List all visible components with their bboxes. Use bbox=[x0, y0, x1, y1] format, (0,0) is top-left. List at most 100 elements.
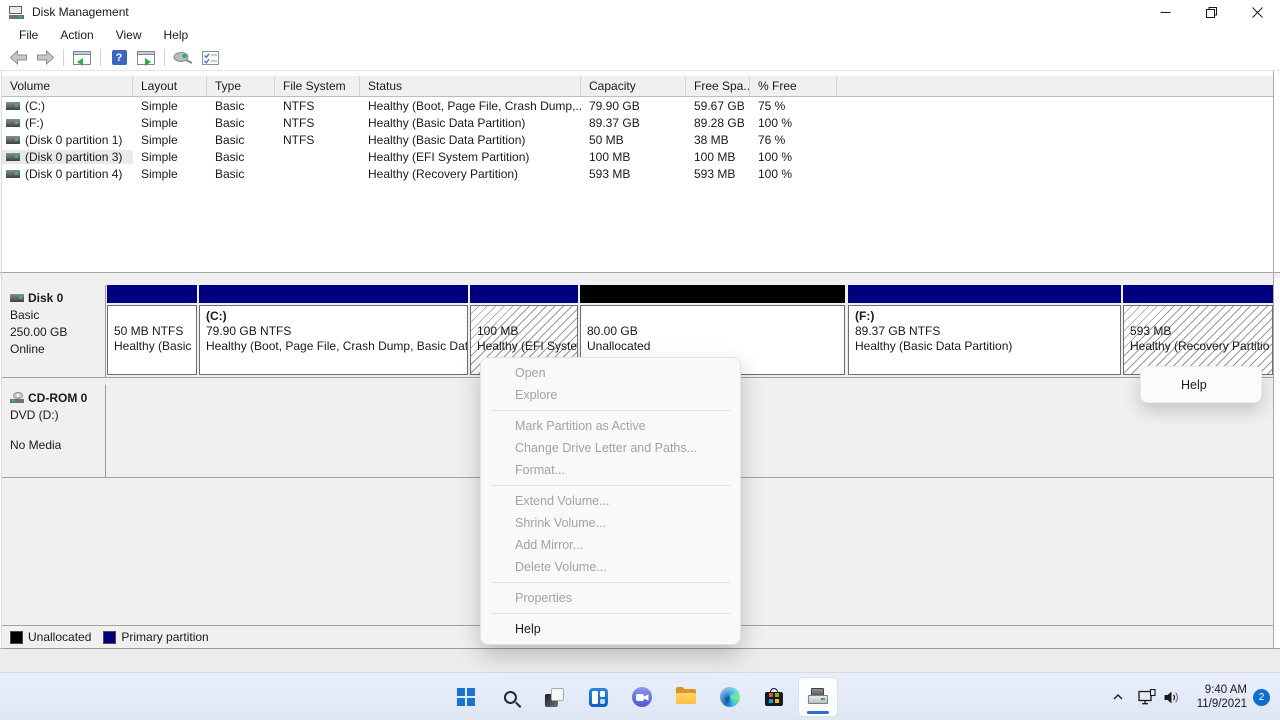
checklist-icon[interactable] bbox=[198, 47, 222, 69]
partition-status: Healthy (EFI Syste bbox=[477, 339, 571, 354]
help-popup[interactable]: Help bbox=[1140, 366, 1262, 403]
partition-593-mb[interactable]: 593 MBHealthy (Recovery Partitio bbox=[1123, 285, 1273, 375]
column-header-volume[interactable]: Volume bbox=[2, 76, 133, 96]
column-header-filler bbox=[837, 76, 1274, 96]
volume-icon bbox=[6, 170, 20, 178]
menu-view[interactable]: View bbox=[105, 26, 153, 44]
taskbar-chat-icon[interactable] bbox=[622, 677, 662, 717]
taskbar-search-icon[interactable] bbox=[490, 677, 530, 717]
restore-button[interactable] bbox=[1188, 0, 1234, 24]
table-row[interactable]: (Disk 0 partition 1)SimpleBasicNTFSHealt… bbox=[2, 131, 1274, 148]
taskbar-start-icon[interactable] bbox=[446, 677, 486, 717]
menu-help[interactable]: Help bbox=[153, 26, 200, 44]
column-header-free-spa-[interactable]: Free Spa... bbox=[686, 76, 750, 96]
help-icon[interactable]: ? bbox=[107, 47, 131, 69]
cell: 100 MB bbox=[581, 150, 686, 164]
partition--f-[interactable]: (F:)89.37 GB NTFSHealthy (Basic Data Par… bbox=[848, 285, 1121, 375]
column-header-status[interactable]: Status bbox=[360, 76, 581, 96]
disk0-info-panel[interactable]: Disk 0 Basic 250.00 GB Online bbox=[2, 285, 106, 377]
notification-badge[interactable]: 2 bbox=[1253, 689, 1270, 706]
table-row[interactable]: (Disk 0 partition 4)SimpleBasicHealthy (… bbox=[2, 165, 1274, 182]
close-icon bbox=[1252, 7, 1263, 18]
partition-type-bar bbox=[107, 285, 197, 303]
tray-chevron-up-icon[interactable] bbox=[1105, 677, 1131, 717]
menu-file[interactable]: File bbox=[8, 26, 49, 44]
volume-label: (C:) bbox=[25, 99, 45, 113]
taskbar-widgets-icon[interactable] bbox=[578, 677, 618, 717]
table-row[interactable]: (F:)SimpleBasicNTFSHealthy (Basic Data P… bbox=[2, 114, 1274, 131]
partition-body[interactable]: (F:)89.37 GB NTFSHealthy (Basic Data Par… bbox=[848, 305, 1121, 375]
partition-title bbox=[587, 309, 838, 324]
cell: Healthy (Recovery Partition) bbox=[360, 167, 581, 181]
screen-tip-icon[interactable] bbox=[171, 47, 195, 69]
partition-size: 100 MB bbox=[477, 324, 571, 339]
partition-body[interactable]: 50 MB NTFSHealthy (Basic bbox=[107, 305, 197, 375]
back-icon[interactable] bbox=[6, 47, 30, 69]
cell: Basic bbox=[207, 116, 275, 130]
minimize-button[interactable] bbox=[1142, 0, 1188, 24]
show-action-pane-icon[interactable] bbox=[134, 47, 158, 69]
menu-bar: FileActionViewHelp bbox=[0, 24, 1280, 45]
context-menu-item-help[interactable]: Help bbox=[481, 618, 740, 640]
content-left-border bbox=[1, 71, 2, 649]
partition-status: Unallocated bbox=[587, 339, 838, 354]
volume-icon bbox=[6, 136, 20, 144]
taskbar-edge-icon[interactable] bbox=[710, 677, 750, 717]
partition-body[interactable]: 593 MBHealthy (Recovery Partitio bbox=[1123, 305, 1273, 375]
context-menu-item-explore: Explore bbox=[481, 384, 740, 406]
disk0-name: Disk 0 bbox=[28, 291, 63, 305]
menu-action[interactable]: Action bbox=[49, 26, 104, 44]
forward-icon[interactable] bbox=[33, 47, 57, 69]
table-row[interactable]: (C:)SimpleBasicNTFSHealthy (Boot, Page F… bbox=[2, 97, 1274, 114]
context-menu: OpenExploreMark Partition as ActiveChang… bbox=[480, 357, 741, 645]
cell: Simple bbox=[133, 116, 207, 130]
partition-50-mb-ntfs[interactable]: 50 MB NTFSHealthy (Basic bbox=[107, 285, 197, 375]
partition-title bbox=[477, 309, 571, 324]
tray-clock[interactable]: 9:40 AM 11/9/2021 bbox=[1197, 683, 1247, 711]
column-header-layout[interactable]: Layout bbox=[133, 76, 207, 96]
partition-status: Healthy (Basic Data Partition) bbox=[855, 339, 1114, 354]
cell: 100 % bbox=[750, 167, 837, 181]
minimize-icon bbox=[1160, 7, 1171, 18]
context-menu-item-properties: Properties bbox=[481, 587, 740, 609]
context-menu-item-add-mirror-: Add Mirror... bbox=[481, 534, 740, 556]
tray-status-icons[interactable] bbox=[1131, 677, 1187, 717]
taskbar-file-explorer-icon[interactable] bbox=[666, 677, 706, 717]
taskbar-task-view-icon[interactable] bbox=[534, 677, 574, 717]
content-right-border bbox=[1273, 71, 1274, 649]
column-header-capacity[interactable]: Capacity bbox=[581, 76, 686, 96]
volume-cell: (Disk 0 partition 4) bbox=[2, 167, 133, 181]
volume-icon bbox=[6, 153, 20, 161]
volume-cell: (F:) bbox=[2, 116, 133, 130]
taskbar-store-icon[interactable] bbox=[754, 677, 794, 717]
tray-date: 11/9/2021 bbox=[1197, 697, 1247, 711]
partition-size: 79.90 GB NTFS bbox=[206, 324, 461, 339]
cdrom-info-panel[interactable]: CD-ROM 0 DVD (D:) No Media bbox=[2, 385, 106, 477]
table-row[interactable]: (Disk 0 partition 3)SimpleBasicHealthy (… bbox=[2, 148, 1274, 165]
column-header-file-system[interactable]: File System bbox=[275, 76, 360, 96]
disk-icon bbox=[10, 294, 24, 302]
partition-size: 50 MB NTFS bbox=[114, 324, 190, 339]
context-menu-item-change-drive-letter-and-paths-: Change Drive Letter and Paths... bbox=[481, 437, 740, 459]
partition-type-bar bbox=[199, 285, 468, 303]
cell: 76 % bbox=[750, 133, 837, 147]
partition--c-[interactable]: (C:)79.90 GB NTFSHealthy (Boot, Page Fil… bbox=[199, 285, 468, 375]
menu-separator bbox=[491, 613, 730, 614]
toolbar-separator bbox=[63, 49, 64, 66]
title-bar: Disk Management bbox=[0, 0, 1280, 24]
show-console-tree-icon[interactable] bbox=[70, 47, 94, 69]
partition-title bbox=[1130, 309, 1266, 324]
partition-body[interactable]: (C:)79.90 GB NTFSHealthy (Boot, Page Fil… bbox=[199, 305, 468, 375]
cell: Basic bbox=[207, 133, 275, 147]
legend-label: Primary partition bbox=[121, 630, 208, 644]
context-menu-item-shrink-volume-: Shrink Volume... bbox=[481, 512, 740, 534]
taskbar-disk-management-icon[interactable] bbox=[798, 677, 838, 717]
column-header-type[interactable]: Type bbox=[207, 76, 275, 96]
column-header--free[interactable]: % Free bbox=[750, 76, 837, 96]
close-button[interactable] bbox=[1234, 0, 1280, 24]
cell: NTFS bbox=[275, 99, 360, 113]
cell: 100 % bbox=[750, 150, 837, 164]
cell: 59.67 GB bbox=[686, 99, 750, 113]
toolbar-separator bbox=[100, 49, 101, 66]
volume-cell: (Disk 0 partition 3) bbox=[2, 150, 133, 164]
